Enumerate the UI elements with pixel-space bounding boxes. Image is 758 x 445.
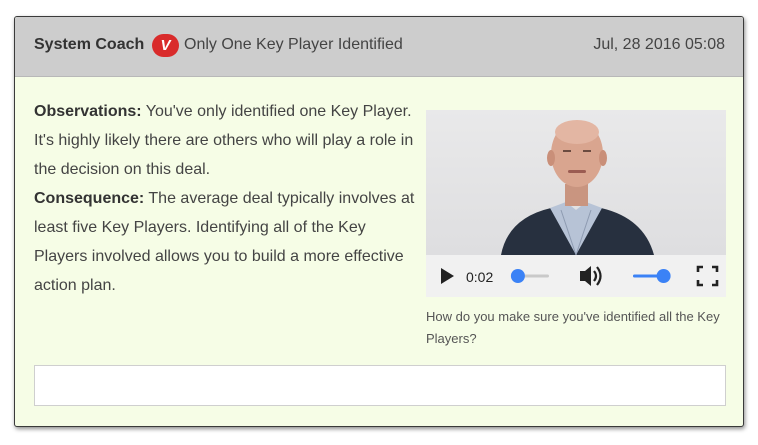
volume-slider[interactable] xyxy=(633,269,671,283)
video-caption: How do you make sure you've identified a… xyxy=(426,309,720,346)
time-display: 0:02 xyxy=(466,269,493,285)
video-player[interactable]: 0:02 xyxy=(426,110,726,297)
message-body: Observations: You've only identified one… xyxy=(34,97,419,300)
observations-label: Observations: xyxy=(34,103,142,120)
video-frame[interactable] xyxy=(426,110,726,255)
play-icon[interactable] xyxy=(436,264,460,288)
presenter-thumbnail xyxy=(501,120,654,255)
fullscreen-icon[interactable] xyxy=(696,265,719,287)
message-header: System Coach V Only One Key Player Ident… xyxy=(15,17,743,77)
volume-thumb[interactable] xyxy=(656,269,671,283)
video-controls: 0:02 xyxy=(426,255,726,297)
volume-icon[interactable] xyxy=(580,266,602,286)
seek-thumb[interactable] xyxy=(510,269,525,283)
v-badge-icon: V xyxy=(152,34,179,57)
consequence-label: Consequence: xyxy=(34,190,145,207)
message-date: Jul, 28 2016 05:08 xyxy=(593,36,725,53)
sender-name: System Coach xyxy=(34,36,145,53)
message-subject: Only One Key Player Identified xyxy=(184,36,403,53)
reply-input[interactable] xyxy=(34,365,726,406)
coach-message-card: System Coach V Only One Key Player Ident… xyxy=(14,16,744,427)
seek-slider[interactable] xyxy=(510,269,549,283)
